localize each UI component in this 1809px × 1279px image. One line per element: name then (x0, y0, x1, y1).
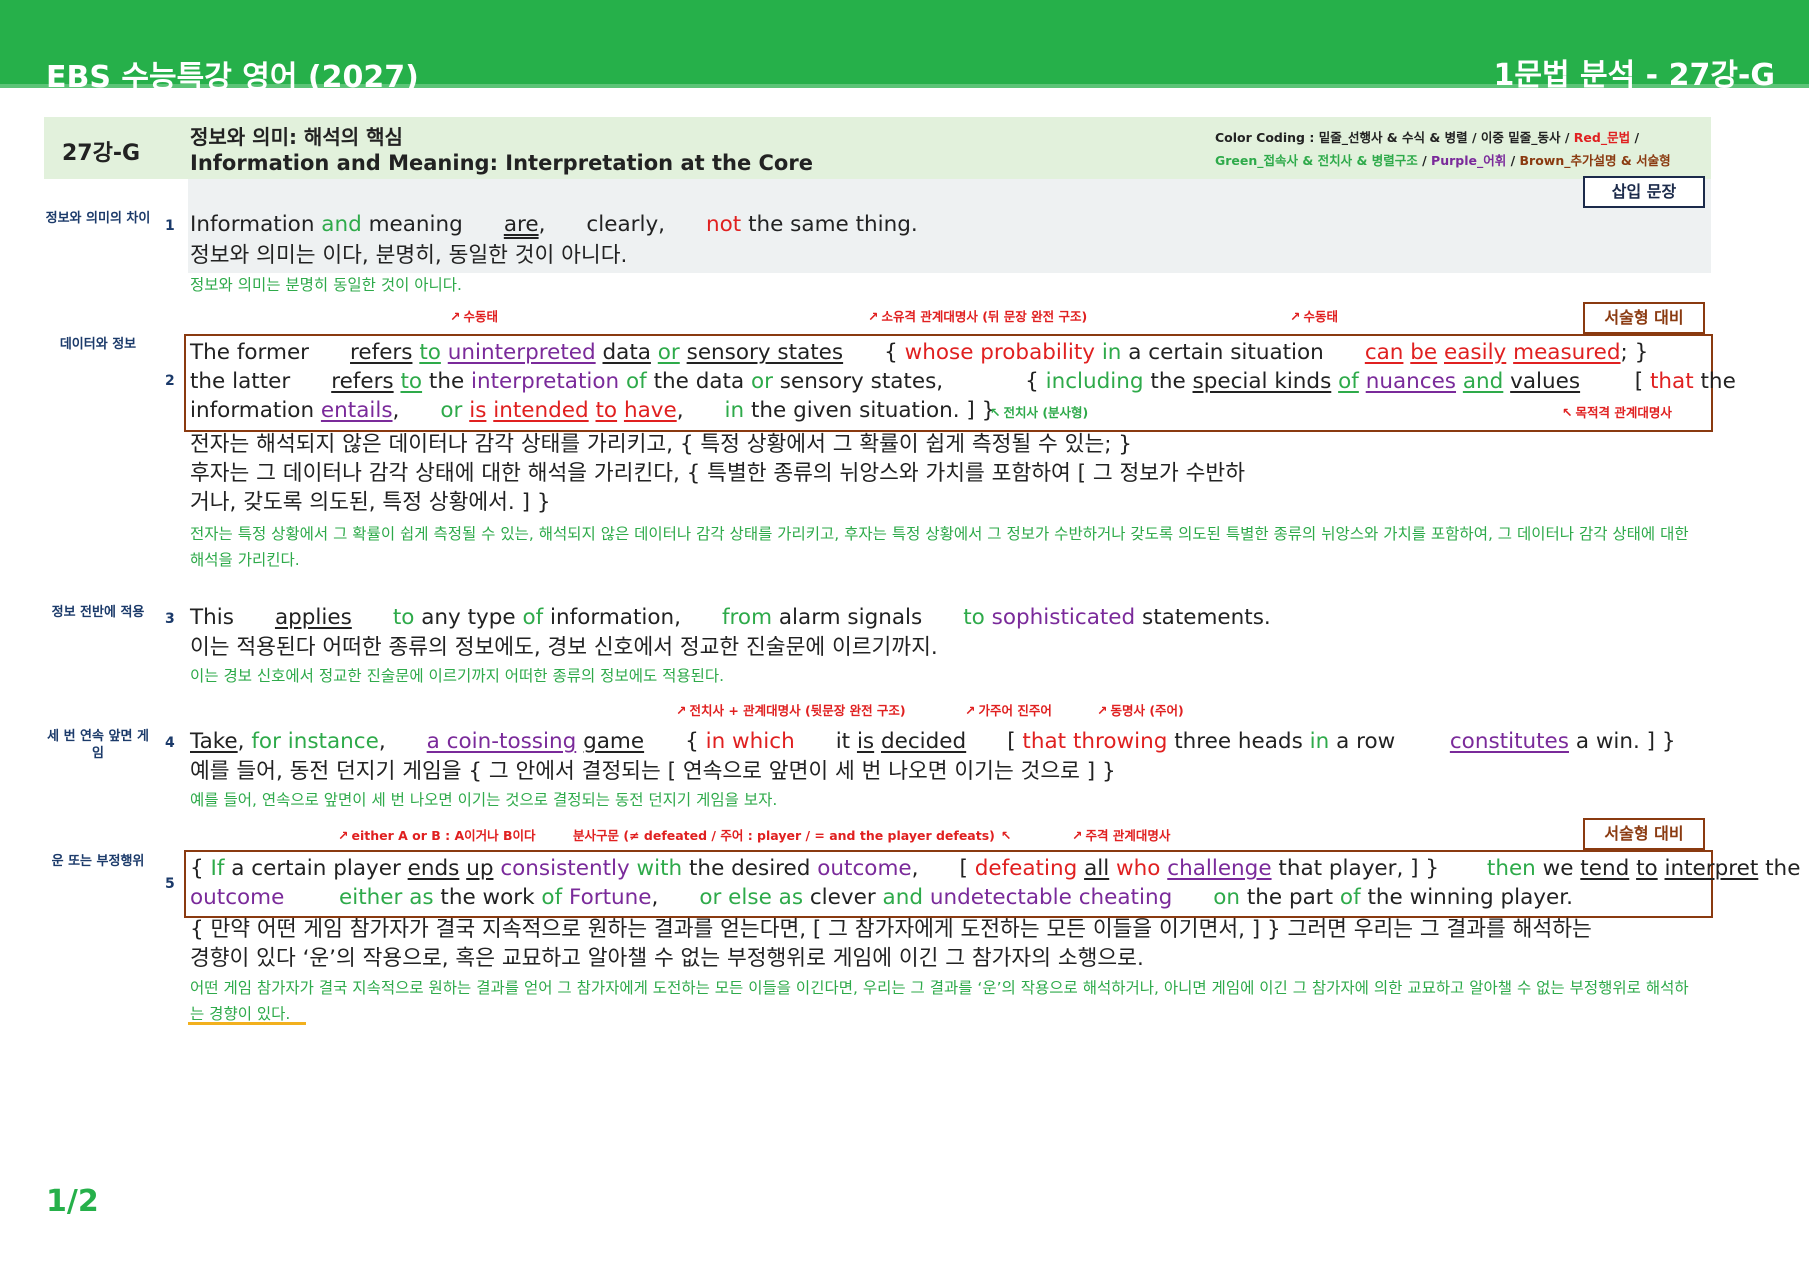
topic-label: 세 번 연속 앞면 게임 (47, 729, 149, 761)
lesson-header: 27강-G 정보와 의미: 해석의 핵심 Information and Mea… (44, 117, 1711, 179)
arrow-icon: ↗ (676, 703, 687, 718)
english-line: This applies to any type of information,… (190, 605, 1271, 630)
translation: 정보와 의미는 분명히 동일한 것이 아니다. (190, 276, 462, 294)
sentence-number: 3 (165, 611, 175, 627)
english-line: { If a certain player ends up consistent… (190, 856, 1801, 881)
lesson-title-english: Information and Meaning: Interpretation … (190, 151, 813, 175)
header-bar: EBS 수능특강 영어 (2027) 1문법 분석 - 27강-G (0, 0, 1809, 95)
korean-line: 이는 적용된다 어떠한 종류의 정보에도, 경보 신호에서 정교한 진술문에 이… (190, 635, 938, 660)
english-line: Take, for instance, a coin-tossing game … (190, 729, 1676, 754)
legend-brown: Brown_추가설명 & 서술형 (1519, 153, 1671, 168)
arrow-icon: ↖ (990, 405, 1001, 420)
legend-green: Green_접속사 & 전치사 & 병렬구조 (1215, 153, 1418, 168)
legend-black: Color Coding : 밑줄_선행사 & 수식 & 병렬 / 이중 밑줄_… (1215, 130, 1574, 145)
annotation-note: ↗ 소유격 관계대명사 (뒤 문장 완전 구조) (868, 309, 1088, 324)
color-coding-legend: Color Coding : 밑줄_선행사 & 수식 & 병렬 / 이중 밑줄_… (1215, 126, 1695, 172)
korean-line: 경향이 있다 ‘운’의 작용으로, 혹은 교묘하고 알아챌 수 없는 부정행위로… (190, 946, 1144, 971)
translation: 예를 들어, 연속으로 앞면이 세 번 나오면 이기는 것으로 결정되는 동전 … (190, 791, 778, 809)
english-line: Information and meaning are, clearly, no… (190, 212, 918, 237)
insert-sentence-tag: 삽입 문장 (1583, 176, 1705, 208)
annotation-note: ↗ 동명사 (주어) (1097, 703, 1184, 718)
arrow-icon: ↗ (1097, 703, 1108, 718)
arrow-icon: ↗ (1072, 828, 1083, 843)
lesson-label: 27강-G (62, 141, 141, 166)
translation: 어떤 게임 참가자가 결국 지속적으로 원하는 결과를 얻어 그 참가자에게 도… (190, 979, 1689, 1023)
sentence-number: 4 (165, 735, 175, 751)
english-line: outcome either as the work of Fortune, o… (190, 885, 1573, 910)
annotation-note: ↗ 전치사 + 관계대명사 (뒷문장 완전 구조) (676, 703, 906, 718)
legend-sep: / (1417, 153, 1432, 168)
arrow-icon: ↗ (450, 309, 461, 324)
korean-line: 후자는 그 데이터나 감각 상태에 대한 해석을 가리킨다, { 특별한 종류의… (190, 461, 1245, 486)
arrow-icon: ↗ (965, 703, 976, 718)
arrow-icon: ↗ (1290, 309, 1301, 324)
topic-label: 정보와 의미의 차이 (45, 211, 151, 226)
english-line: information entails, or is intended to h… (190, 398, 996, 423)
legend-purple: Purple_어휘 (1431, 153, 1507, 168)
annotation-note: ↗ 주격 관계대명사 (1072, 828, 1171, 843)
annotation-note: ↖ 목적격 관계대명사 (1562, 405, 1672, 420)
korean-line: 전자는 해석되지 않은 데이터나 감각 상태를 가리키고, { 특정 상황에서 … (190, 432, 1132, 457)
sentence-number: 1 (165, 218, 175, 234)
translation: 전자는 특정 상황에서 그 확률이 쉽게 측정될 수 있는, 해석되지 않은 데… (190, 525, 1689, 569)
korean-line: { 만약 어떤 게임 참가자가 결국 지속적으로 원하는 결과를 얻는다면, [… (190, 917, 1592, 942)
annotation-note: ↗ 수동태 (1290, 309, 1338, 324)
sentence-number: 5 (165, 876, 175, 892)
document-title: EBS 수능특강 영어 (2027) (46, 60, 419, 95)
highlight-underline (188, 1022, 306, 1025)
korean-line: 거나, 갖도록 의도된, 특정 상황에서. ] } (190, 490, 551, 515)
annotation-note: 분사구문 (≠ defeated / 주어 : player / = and t… (573, 828, 1012, 843)
korean-line: 예를 들어, 동전 던지기 게임을 { 그 안에서 결정되는 [ 연속으로 앞면… (190, 759, 1116, 784)
legend-red: Red_문법 (1573, 130, 1631, 145)
topic-label: 운 또는 부정행위 (51, 854, 145, 869)
arrow-icon: ↗ (868, 309, 879, 324)
arrow-icon: ↗ (338, 828, 349, 843)
translation: 이는 경보 신호에서 정교한 진술문에 이르기까지 어떠한 종류의 정보에도 적… (190, 667, 725, 685)
annotation-note: ↖ 전치사 (분사형) (990, 405, 1089, 420)
section-title: 1문법 분석 - 27강-G (1493, 58, 1775, 93)
annotation-note: ↗ 수동태 (450, 309, 498, 324)
annotation-note: ↗ either A or B : A이거나 B이다 (338, 828, 536, 843)
essay-prep-tag: 서술형 대비 (1583, 818, 1705, 850)
english-line: the latter refers to the interpretation … (190, 369, 1736, 394)
english-line: The former refers to uninterpreted data … (190, 340, 1649, 365)
legend-sep: / (1506, 153, 1520, 168)
essay-prep-tag: 서술형 대비 (1583, 302, 1705, 334)
legend-sep: / (1630, 130, 1640, 145)
korean-line: 정보와 의미는 이다, 분명히, 동일한 것이 아니다. (190, 243, 628, 268)
arrow-icon: ↖ (1000, 828, 1012, 843)
topic-label: 데이터와 정보 (59, 337, 137, 352)
arrow-icon: ↖ (1562, 405, 1573, 420)
annotation-note: ↗ 가주어 진주어 (965, 703, 1052, 718)
topic-label: 정보 전반에 적용 (51, 605, 145, 620)
sentence-number: 2 (165, 373, 175, 389)
lesson-title-korean: 정보와 의미: 해석의 핵심 (190, 125, 403, 149)
page-number: 1/2 (46, 1184, 99, 1219)
